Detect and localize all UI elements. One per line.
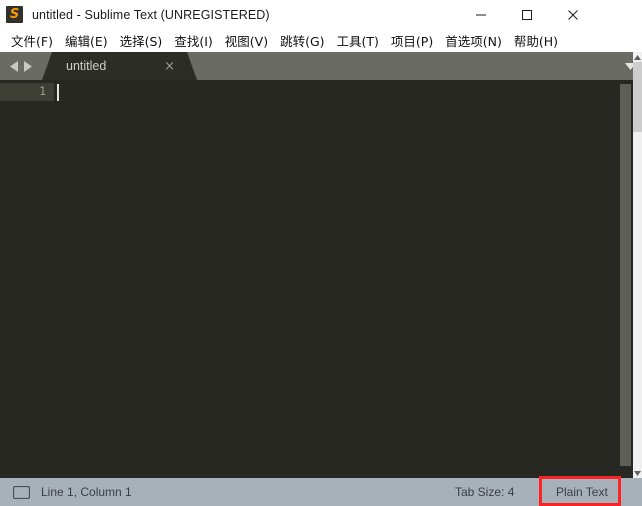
- window-scrollbar-thumb[interactable]: [633, 62, 642, 132]
- text-caret: [57, 84, 59, 101]
- editor-area[interactable]: 1: [0, 80, 633, 478]
- menu-item-view[interactable]: 视图(V): [219, 29, 274, 53]
- tab-close-icon[interactable]: ×: [164, 52, 175, 80]
- status-bar: Line 1, Column 1 Tab Size: 4 Plain Text: [0, 478, 642, 506]
- menu-item-preferences[interactable]: 首选项(N): [439, 29, 508, 53]
- line-number-gutter: 1: [0, 80, 54, 478]
- console-toggle-icon[interactable]: [13, 485, 30, 499]
- title-bar: S untitled - Sublime Text (UNREGISTERED): [0, 0, 642, 29]
- syntax-mode-label[interactable]: Plain Text: [556, 485, 608, 499]
- menu-item-goto[interactable]: 跳转(G): [274, 29, 330, 53]
- maximize-button[interactable]: [504, 0, 550, 29]
- sublime-text-logo-icon: S: [6, 6, 23, 23]
- menu-item-file[interactable]: 文件(F): [5, 29, 59, 53]
- scrollbar-down-button[interactable]: [633, 468, 642, 478]
- close-icon: [568, 9, 578, 20]
- maximize-icon: [522, 9, 532, 20]
- tab-size-label[interactable]: Tab Size: 4: [455, 485, 514, 499]
- window-title: untitled - Sublime Text (UNREGISTERED): [32, 7, 270, 22]
- cursor-position-label[interactable]: Line 1, Column 1: [41, 485, 132, 499]
- tab-navigation: [0, 52, 42, 80]
- tab-untitled[interactable]: untitled ×: [42, 52, 197, 80]
- editor-scrollbar-thumb[interactable]: [620, 84, 631, 466]
- menu-bar: 文件(F) 编辑(E) 选择(S) 查找(I) 视图(V) 跳转(G) 工具(T…: [0, 29, 642, 52]
- editor-vertical-scrollbar[interactable]: [620, 80, 631, 478]
- text-content[interactable]: [54, 80, 633, 478]
- menu-item-help[interactable]: 帮助(H): [508, 29, 564, 53]
- minimize-button[interactable]: [458, 0, 504, 29]
- arrow-left-icon[interactable]: [10, 60, 19, 72]
- logo-letter: S: [9, 7, 20, 22]
- menu-item-selection[interactable]: 选择(S): [114, 29, 169, 53]
- tab-bar: untitled ×: [0, 52, 633, 80]
- minimize-icon: [476, 14, 486, 15]
- menu-item-tools[interactable]: 工具(T): [331, 29, 385, 53]
- sublime-text-window: S untitled - Sublime Text (UNREGISTERED)…: [0, 0, 642, 506]
- tab-strip: untitled ×: [42, 52, 197, 80]
- menu-item-find[interactable]: 查找(I): [168, 29, 218, 53]
- caret-up-icon: [634, 54, 641, 60]
- caret-down-icon: [634, 470, 641, 476]
- menu-item-project[interactable]: 项目(P): [385, 29, 439, 53]
- line-number-1: 1: [39, 84, 46, 98]
- menu-item-edit[interactable]: 编辑(E): [59, 29, 114, 53]
- scrollbar-up-button[interactable]: [633, 52, 642, 62]
- status-bar-filler: [622, 478, 642, 506]
- close-button[interactable]: [550, 0, 596, 29]
- window-vertical-scrollbar[interactable]: [633, 52, 642, 478]
- arrow-right-icon[interactable]: [23, 60, 32, 72]
- tab-label: untitled: [66, 59, 107, 73]
